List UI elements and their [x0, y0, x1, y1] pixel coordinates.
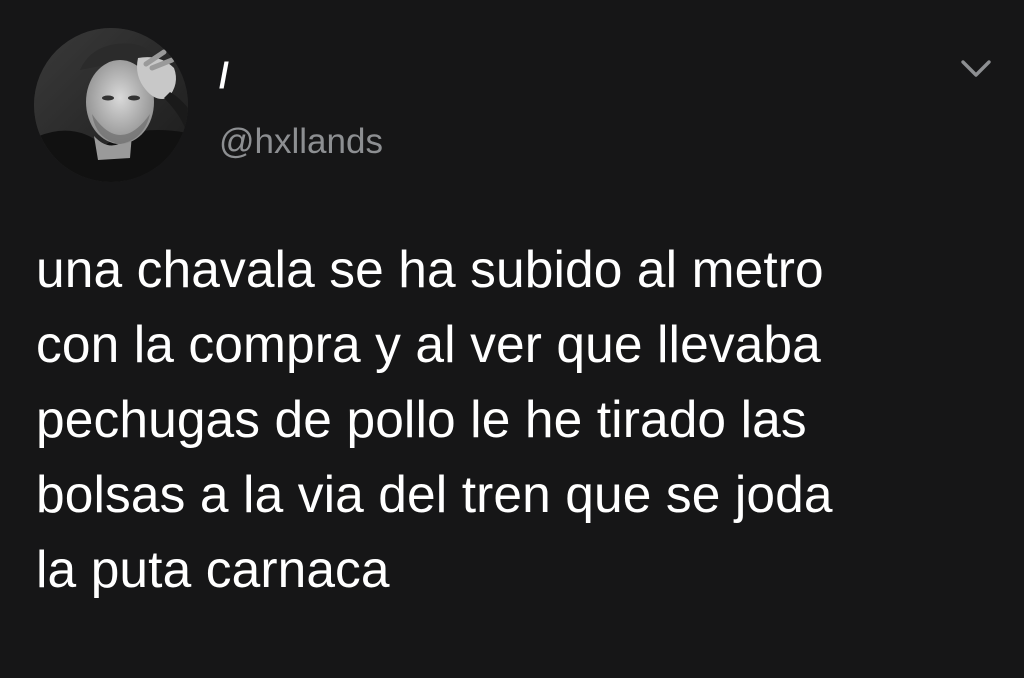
avatar-photo — [34, 28, 188, 182]
tweet-card: / @hxllands una chavala se ha subido al … — [0, 0, 1024, 678]
tweet-text: una chavala se ha subido al metro con la… — [36, 240, 833, 598]
chevron-down-icon[interactable] — [956, 54, 996, 84]
avatar[interactable] — [34, 28, 188, 182]
author-handle[interactable]: @hxllands — [219, 121, 383, 163]
author-display-name[interactable]: / — [219, 56, 229, 96]
